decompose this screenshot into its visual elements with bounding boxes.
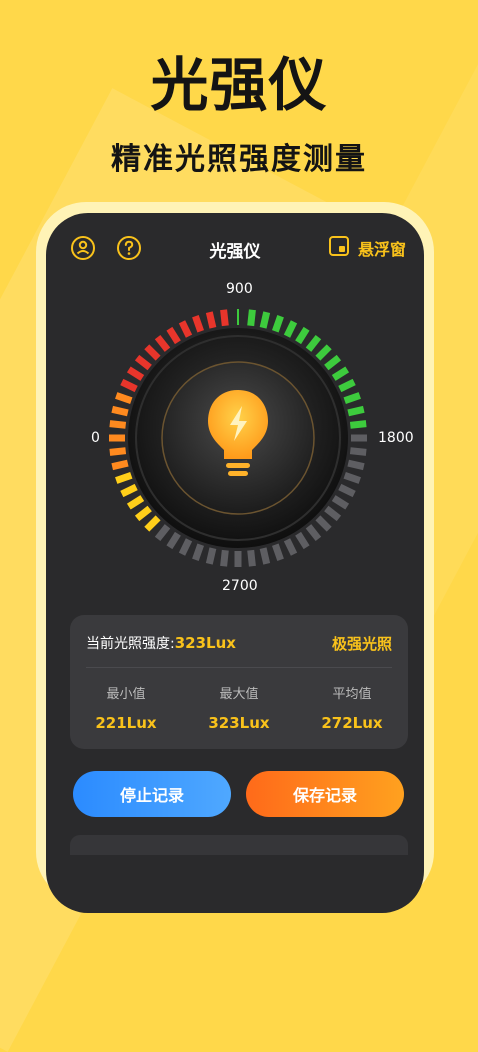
- gauge-tick: [305, 334, 322, 352]
- gauge-tick: [144, 344, 161, 361]
- current-intensity: 当前光照强度:323Lux: [86, 633, 236, 653]
- gauge-tick: [343, 392, 361, 405]
- gauge-tick: [331, 366, 350, 381]
- gauge-tick: [154, 524, 171, 542]
- gauge-tick: [331, 495, 350, 510]
- gauge-tick: [115, 392, 133, 405]
- gauge-tick: [220, 309, 229, 327]
- promo-headline: 光强仪: [150, 51, 328, 119]
- gauge-tick: [295, 326, 310, 345]
- gauge-tick: [324, 354, 342, 371]
- floating-window-label: 悬浮窗: [357, 240, 406, 259]
- gauge-tick: [349, 420, 367, 429]
- gauge-tick: [271, 315, 284, 333]
- floating-window-icon: [328, 235, 350, 261]
- gauge-tick: [205, 311, 217, 329]
- gauge-tick: [324, 505, 342, 522]
- gauge-tick: [343, 471, 361, 484]
- gauge-tick: [305, 524, 322, 542]
- gauge-label-top: 900: [226, 281, 253, 297]
- stat-min: 最小值 221Lux: [70, 683, 182, 732]
- gauge-label-bottom: 2700: [222, 578, 258, 594]
- divider: [86, 667, 392, 668]
- gauge-tick: [166, 531, 181, 550]
- gauge-tick: [247, 549, 256, 567]
- phone-screen: 光强仪 悬浮窗 900 1800 2700 0 当前光照强度:323Lux 极强…: [46, 213, 424, 913]
- current-intensity-value: 323Lux: [174, 634, 236, 652]
- gauge-label-right: 1800: [378, 430, 414, 446]
- gauge-tick: [349, 447, 367, 456]
- gauge-tick: [347, 405, 365, 417]
- stop-recording-button[interactable]: 停止记录: [73, 771, 231, 817]
- gauge-tick: [126, 495, 145, 510]
- gauge-tick: [259, 547, 271, 565]
- gauge-dial: [109, 309, 367, 567]
- gauge-tick: [192, 315, 205, 333]
- gauge-tick: [283, 320, 298, 338]
- history-panel-edge: [70, 835, 408, 855]
- gauge-tick: [178, 320, 193, 338]
- gauge-tick: [259, 311, 271, 329]
- gauge-tick: [109, 420, 127, 429]
- gauge-tick: [144, 515, 161, 532]
- gauge-tick: [283, 538, 298, 556]
- stat-min-value: 221Lux: [95, 714, 157, 732]
- gauge-tick: [154, 334, 171, 352]
- gauge-tick: [315, 344, 332, 361]
- gauge-tick: [115, 471, 133, 484]
- gauge-tick: [220, 549, 229, 567]
- gauge-tick: [126, 366, 145, 381]
- stat-max-label: 最大值: [219, 687, 259, 702]
- gauge-tick: [178, 538, 193, 556]
- stat-max-value: 323Lux: [208, 714, 270, 732]
- gauge-tick: [111, 405, 129, 417]
- gauge-tick: [295, 531, 310, 550]
- gauge-tick: [271, 543, 284, 561]
- gauge-tick: [338, 378, 356, 393]
- promo-subheadline: 精准光照强度测量: [111, 142, 367, 177]
- stat-max: 最大值 323Lux: [183, 683, 295, 732]
- gauge-tick: [109, 447, 127, 456]
- gauge-tick: [338, 483, 356, 498]
- gauge-tick: [166, 326, 181, 345]
- intensity-level: 极强光照: [331, 635, 392, 653]
- gauge-tick: [315, 515, 332, 532]
- gauge-tick: [134, 505, 152, 522]
- gauge-tick: [111, 459, 129, 471]
- stat-avg-value: 272Lux: [321, 714, 383, 732]
- gauge-tick: [120, 378, 138, 393]
- stat-min-label: 最小值: [106, 687, 146, 702]
- gauge-tick: [247, 309, 256, 327]
- top-bar: 光强仪 悬浮窗: [46, 235, 424, 265]
- stats-card: 当前光照强度:323Lux 极强光照 最小值 221Lux 最大值 323Lux…: [70, 615, 408, 749]
- gauge-label-left: 0: [91, 430, 100, 446]
- light-gauge: 900 1800 2700 0: [46, 273, 424, 603]
- gauge-tick: [192, 543, 205, 561]
- gauge-tick: [134, 354, 152, 371]
- save-record-button[interactable]: 保存记录: [246, 771, 404, 817]
- gauge-tick: [205, 547, 217, 565]
- current-intensity-label: 当前光照强度:: [86, 636, 175, 652]
- gauge-tick: [347, 459, 365, 471]
- gauge-tick: [120, 483, 138, 498]
- floating-window-button[interactable]: 悬浮窗: [328, 235, 406, 261]
- stat-avg: 平均值 272Lux: [296, 683, 408, 732]
- stat-avg-label: 平均值: [332, 687, 372, 702]
